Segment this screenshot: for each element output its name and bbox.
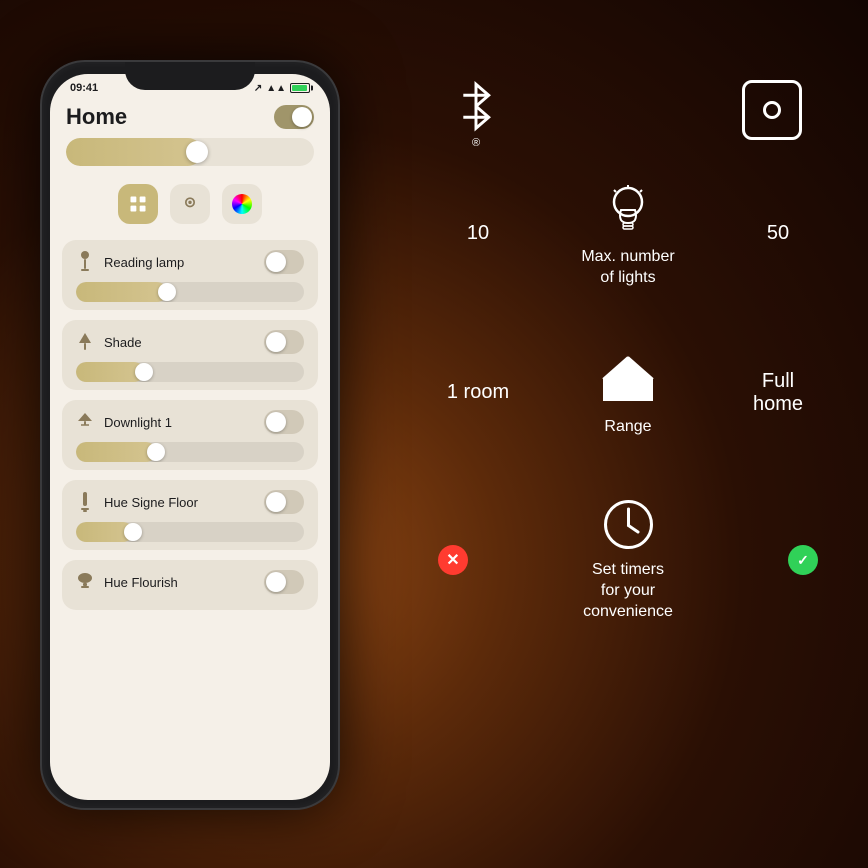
home-title: Home <box>66 104 127 130</box>
main-content: 09:41 ↗ ▲▲ Home <box>0 0 868 868</box>
signe-floor-toggle[interactable] <box>264 490 304 514</box>
status-time: 09:41 <box>70 82 98 94</box>
range-center: Range <box>528 349 728 438</box>
wifi-icon: ▲▲ <box>266 83 286 94</box>
right-content-area: ® 10 <box>418 60 838 840</box>
light-name-reading-lamp: Reading lamp <box>104 255 184 270</box>
bridge-max-lights: 50 <box>738 222 818 245</box>
max-lights-row: 10 Max. numberof lights 50 <box>418 159 838 309</box>
battery-icon <box>290 83 310 93</box>
bt-range: 1 room <box>438 381 518 404</box>
bluetooth-icon <box>454 80 498 135</box>
shade-slider[interactable] <box>76 362 304 382</box>
range-row: 1 room Range Full home <box>418 329 838 458</box>
signe-floor-slider[interactable] <box>76 522 304 542</box>
hue-bridge-feature <box>742 80 802 149</box>
location-icon: ↗ <box>254 83 262 94</box>
light-item-signe-floor: Hue Signe Floor <box>62 480 318 550</box>
bt-timers-status: ✕ <box>438 545 468 575</box>
bridge-circle <box>763 101 781 119</box>
light-name-downlight1: Downlight 1 <box>104 415 172 430</box>
downlight-icon <box>76 410 94 434</box>
reading-lamp-toggle[interactable] <box>264 250 304 274</box>
timers-label: Set timersfor yourconvenience <box>583 560 673 622</box>
tab-rooms[interactable] <box>170 184 210 224</box>
top-icons-row: ® <box>418 60 838 159</box>
timers-center: Set timersfor yourconvenience <box>528 497 728 622</box>
shade-toggle[interactable] <box>264 330 304 354</box>
home-toggle[interactable] <box>274 105 314 129</box>
phone-mockup: 09:41 ↗ ▲▲ Home <box>40 60 340 810</box>
shade-icon <box>76 330 94 354</box>
phone-notch <box>125 62 255 90</box>
light-name-signe-floor: Hue Signe Floor <box>104 495 198 510</box>
flourish-toggle[interactable] <box>264 570 304 594</box>
phone-screen: 09:41 ↗ ▲▲ Home <box>50 74 330 800</box>
house-icon-container <box>598 349 658 409</box>
bt-max-lights: 10 <box>438 222 518 245</box>
signe-floor-icon <box>76 490 94 514</box>
max-lights-label: Max. numberof lights <box>581 247 674 289</box>
clock-icon <box>601 497 656 552</box>
light-item-reading-lamp: Reading lamp <box>62 240 318 310</box>
bluetooth-feature: ® <box>454 80 498 149</box>
light-name-flourish: Hue Flourish <box>104 575 178 590</box>
home-header: Home <box>50 98 330 138</box>
bulb-icon-container <box>603 179 653 239</box>
tab-colors[interactable] <box>222 184 262 224</box>
light-name-shade: Shade <box>104 335 142 350</box>
status-icons: ↗ ▲▲ <box>254 83 310 94</box>
flourish-icon <box>76 570 94 594</box>
tab-bar <box>50 176 330 232</box>
reading-lamp-slider[interactable] <box>76 282 304 302</box>
tab-scenes[interactable] <box>118 184 158 224</box>
clock-icon-container <box>601 497 656 552</box>
bridge-timers-status: ✓ <box>788 545 818 575</box>
downlight1-toggle[interactable] <box>264 410 304 434</box>
bulb-icon <box>608 182 648 237</box>
range-label: Range <box>604 417 651 438</box>
bluetooth-reg: ® <box>472 137 480 149</box>
downlight1-slider[interactable] <box>76 442 304 462</box>
light-item-downlight1: Downlight 1 <box>62 400 318 470</box>
light-item-shade: Shade <box>62 320 318 390</box>
timers-row: ✕ Set timersfor yourconvenience ✓ <box>418 477 838 642</box>
house-icon <box>598 349 658 409</box>
light-item-flourish: Hue Flourish <box>62 560 318 610</box>
max-lights-center: Max. numberof lights <box>528 179 728 289</box>
lamp-icon <box>76 250 94 274</box>
bridge-range: Full home <box>738 370 818 416</box>
bridge-icon <box>742 80 802 140</box>
master-brightness-slider[interactable] <box>66 138 314 166</box>
